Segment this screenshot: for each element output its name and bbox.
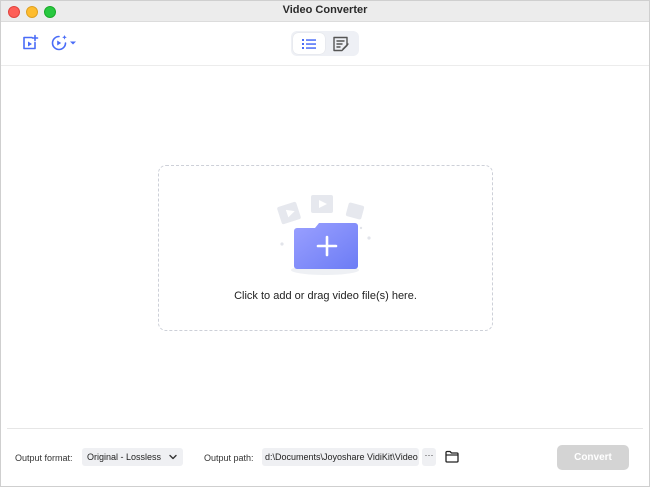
window-title: Video Converter <box>282 4 368 16</box>
drop-zone-hint: Click to add or drag video file(s) here. <box>234 290 417 302</box>
add-folder-illustration-icon <box>277 195 371 275</box>
tab-list-view[interactable] <box>293 33 325 54</box>
tab-task-view[interactable] <box>325 33 357 54</box>
task-list-icon <box>333 36 349 51</box>
magic-tools-icon <box>51 35 67 51</box>
toolbar <box>1 22 649 66</box>
view-switcher <box>291 31 359 56</box>
list-view-icon <box>302 38 316 49</box>
browse-more-button[interactable]: ··· <box>422 448 436 466</box>
add-files-button[interactable] <box>20 33 40 53</box>
tools-menu-button[interactable] <box>48 33 78 53</box>
output-format-select[interactable]: Original - Lossless <box>82 448 183 466</box>
output-path-field[interactable]: d:\Documents\Joyoshare VidiKit\Video <box>262 448 419 466</box>
add-video-file-icon <box>23 34 39 50</box>
chevron-down-icon <box>69 41 76 45</box>
output-format-value: Original - Lossless <box>87 452 162 462</box>
output-settings-bar: Output format: Original - Lossless Outpu… <box>7 428 643 483</box>
output-format-label: Output format: <box>15 453 73 463</box>
convert-button[interactable]: Convert <box>557 445 629 470</box>
chevron-down-icon <box>169 454 177 460</box>
open-folder-icon[interactable] <box>445 450 459 463</box>
output-path-label: Output path: <box>204 453 254 463</box>
app-window: Video Converter Click to add or drag vid… <box>0 0 650 487</box>
file-drop-zone[interactable]: Click to add or drag video file(s) here. <box>158 165 493 331</box>
main-area: Click to add or drag video file(s) here. <box>7 66 643 428</box>
title-bar: Video Converter <box>1 1 649 22</box>
